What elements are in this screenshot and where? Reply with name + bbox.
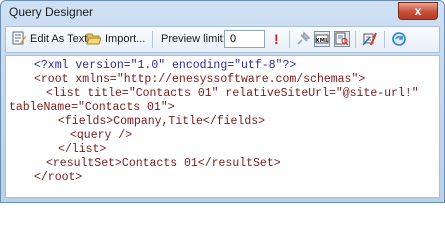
code-line: <root xmlns="http://enesyssoftware.com/s… — [34, 73, 366, 86]
import-button[interactable]: Import... — [86, 31, 145, 48]
code-line: <fields>Company,Title</fields> — [58, 115, 266, 128]
edit-as-text-button[interactable]: Edit As Text — [12, 31, 87, 48]
close-button[interactable]: x — [398, 2, 438, 20]
code-line: <query /> — [70, 129, 133, 142]
toolbar-separator — [152, 31, 153, 48]
title-bar[interactable]: Query Designer x — [1, 1, 444, 23]
edit-as-text-label: Edit As Text — [30, 33, 88, 45]
import-label: Import... — [105, 33, 146, 45]
xml-view-icon[interactable]: XML — [314, 31, 330, 47]
code-line: tableName="Contacts 01"> — [9, 101, 175, 114]
svg-text:XML: XML — [315, 38, 329, 44]
toolbar: Edit As Text Import... Preview limit: ! — [5, 26, 440, 53]
folder-open-icon — [86, 32, 102, 45]
edit-text-icon — [12, 31, 26, 45]
toolbar-separator — [289, 31, 290, 48]
clear-icon[interactable] — [362, 31, 378, 47]
toolbar-separator — [355, 31, 356, 48]
code-line: <resultSet>Contacts 01</resultSet> — [46, 157, 281, 170]
code-line: <?xml version="1.0" encoding="utf-8"?> — [34, 59, 297, 72]
toolbar-separator — [384, 31, 385, 48]
window-title: Query Designer — [9, 5, 94, 19]
query-view-icon[interactable] — [334, 31, 350, 47]
help-icon[interactable] — [391, 31, 407, 47]
code-line: </root> — [34, 171, 83, 184]
code-line: <list title="Contacts 01" relativeSiteUr… — [46, 87, 419, 100]
code-line: </list> — [58, 143, 107, 156]
run-query-button[interactable]: ! — [274, 31, 279, 48]
pin-icon[interactable] — [295, 31, 311, 47]
preview-limit-label: Preview limit: — [161, 33, 226, 45]
query-designer-window: Query Designer x Edit As Text Import... … — [0, 0, 445, 203]
query-editor[interactable]: <?xml version="1.0" encoding="utf-8"?> <… — [5, 55, 440, 198]
preview-limit-input[interactable] — [224, 30, 265, 48]
